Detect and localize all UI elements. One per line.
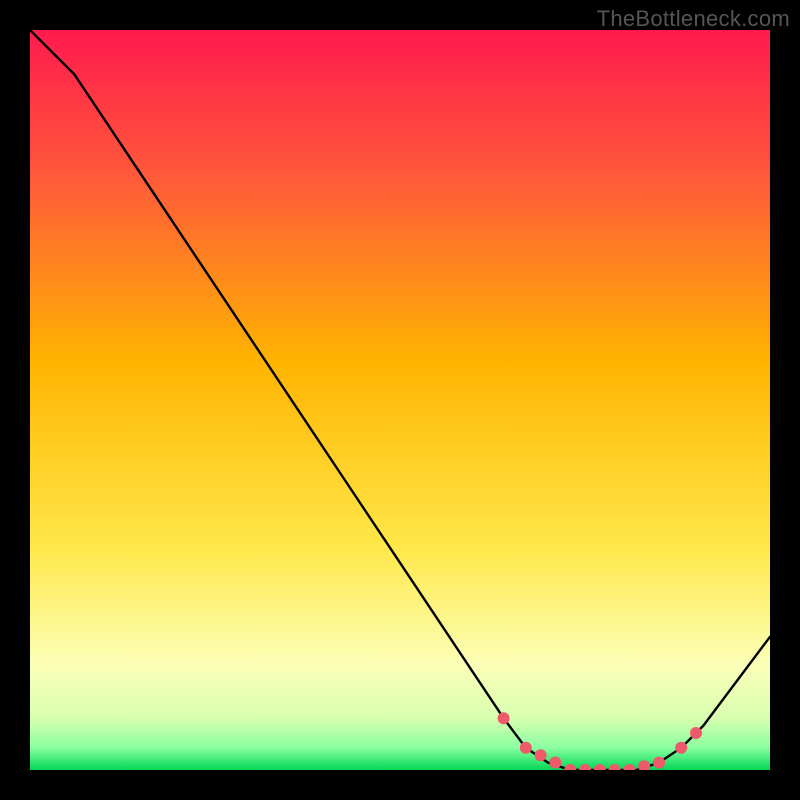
gradient-background — [30, 30, 770, 770]
bottleneck-chart — [30, 30, 770, 770]
marker-dot — [498, 712, 510, 724]
chart-stage: TheBottleneck.com — [0, 0, 800, 800]
marker-dot — [535, 749, 547, 761]
marker-dot — [549, 757, 561, 769]
marker-dot — [690, 727, 702, 739]
marker-dot — [520, 742, 532, 754]
marker-dot — [653, 757, 665, 769]
marker-dot — [675, 742, 687, 754]
watermark-label: TheBottleneck.com — [597, 6, 790, 32]
